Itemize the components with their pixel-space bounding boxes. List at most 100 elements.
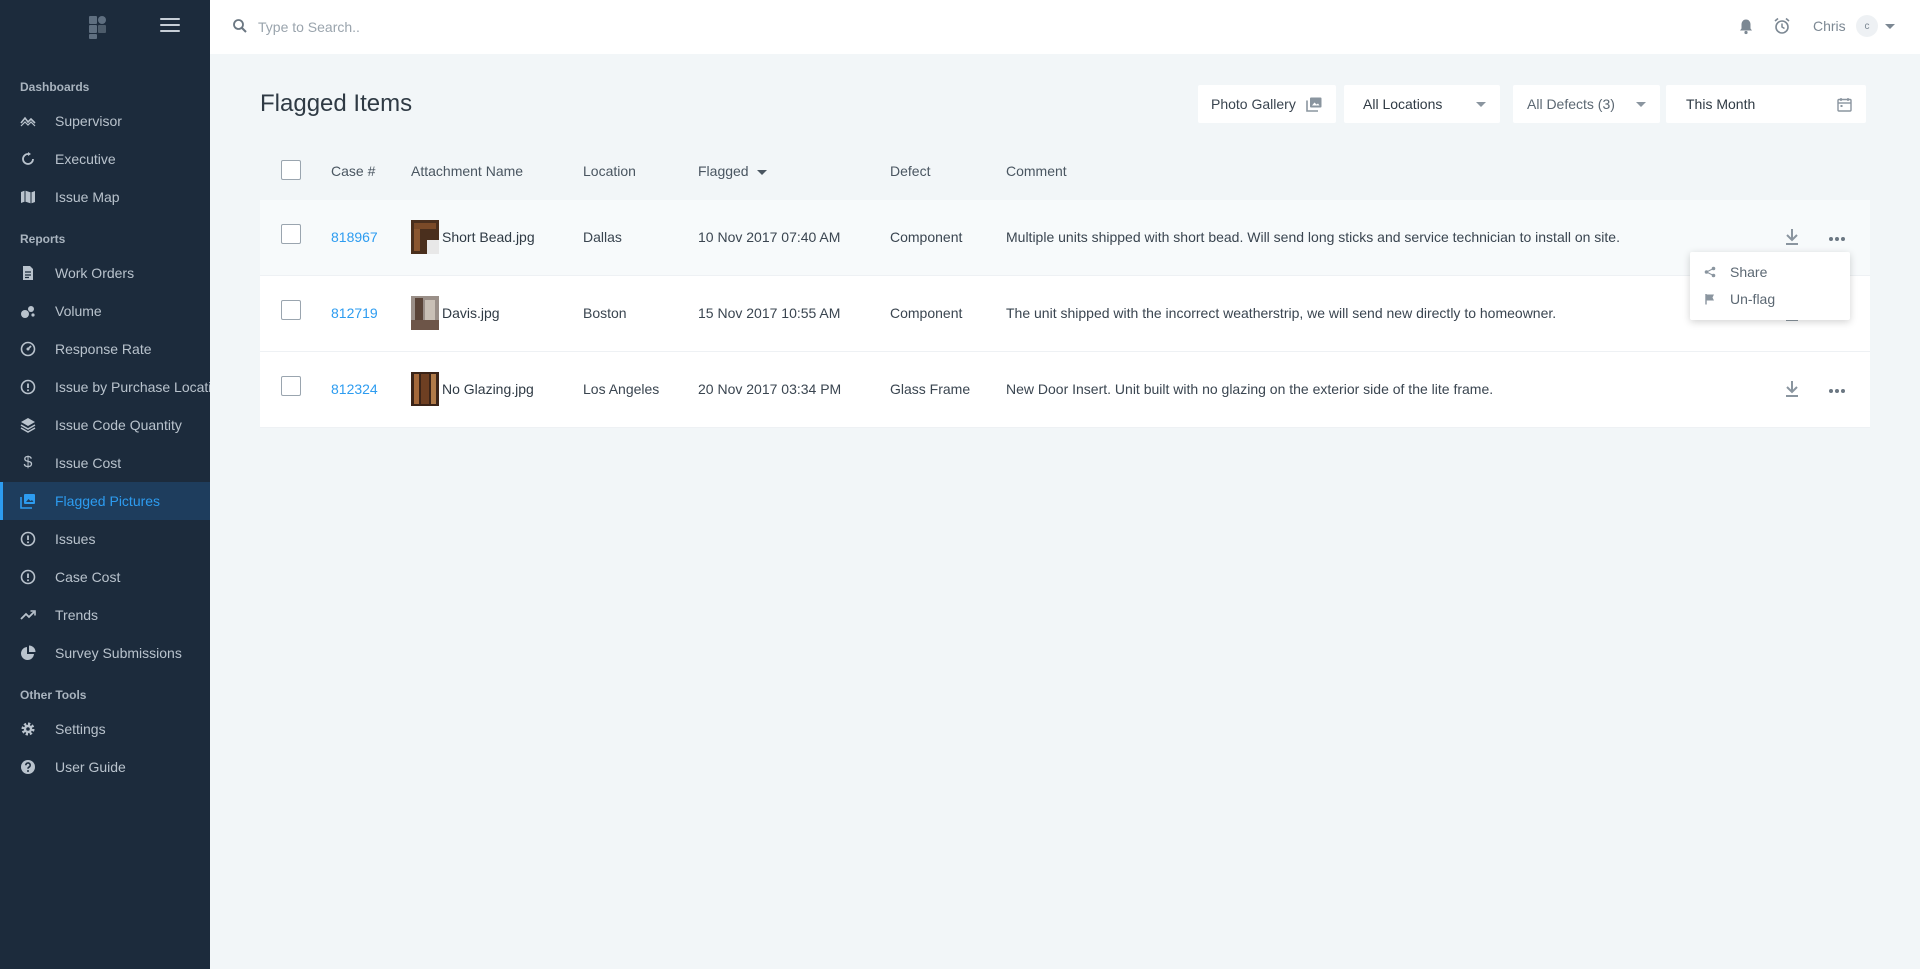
sidebar-item-label: Supervisor xyxy=(55,113,122,129)
layers-icon xyxy=(20,417,36,433)
sidebar-item-label: Trends xyxy=(55,607,99,623)
sidebar-item-label: Work Orders xyxy=(55,265,135,281)
sidebar-item-settings[interactable]: Settings xyxy=(0,710,210,748)
defects-select[interactable]: All Defects (3) xyxy=(1513,85,1660,123)
sidebar-item-executive[interactable]: Executive xyxy=(0,140,210,178)
date-range-value: This Month xyxy=(1686,96,1756,112)
case-link[interactable]: 812719 xyxy=(331,305,378,321)
column-header-location[interactable]: Location xyxy=(583,163,636,179)
comment-cell: The unit shipped with the incorrect weat… xyxy=(1006,305,1557,321)
share-menu-item[interactable]: Share xyxy=(1690,258,1850,285)
alarm-clock-icon[interactable] xyxy=(1773,17,1791,35)
column-header-attachment[interactable]: Attachment Name xyxy=(411,163,523,179)
sidebar-item-case-cost[interactable]: Case Cost xyxy=(0,558,210,596)
sort-desc-icon xyxy=(756,169,767,175)
share-icon xyxy=(1704,266,1716,277)
sidebar-item-issues[interactable]: Issues xyxy=(0,520,210,558)
menu-toggle-icon[interactable] xyxy=(160,18,180,34)
defect-cell: Component xyxy=(890,305,963,321)
top-bar: Chris c xyxy=(210,0,1920,54)
sidebar-item-response-rate[interactable]: Response Rate xyxy=(0,330,210,368)
chevron-down-icon xyxy=(1636,102,1646,107)
date-range-picker[interactable]: This Month xyxy=(1666,85,1866,123)
help-circle-icon xyxy=(20,759,36,775)
page-title: Flagged Items xyxy=(260,90,413,117)
table-row[interactable]: 812719 Davis.jpg Boston 15 Nov 2017 10:5… xyxy=(260,276,1870,352)
attachment-name[interactable]: Davis.jpg xyxy=(442,305,500,321)
attachment-name[interactable]: No Glazing.jpg xyxy=(442,381,534,397)
alert-circle-icon xyxy=(20,569,36,585)
user-menu-chevron-down-icon[interactable] xyxy=(1885,24,1895,29)
sidebar-item-label: Issue Map xyxy=(55,189,120,205)
sidebar-item-issue-code-quantity[interactable]: Issue Code Quantity xyxy=(0,406,210,444)
column-header-flagged-label: Flagged xyxy=(698,163,749,179)
unflag-menu-item[interactable]: Un-flag xyxy=(1690,285,1850,312)
sidebar-item-supervisor[interactable]: Supervisor xyxy=(0,102,210,140)
flagged-date-cell: 20 Nov 2017 03:34 PM xyxy=(698,381,842,397)
sidebar-item-label: Issues xyxy=(55,531,96,547)
sidebar-item-issue-cost[interactable]: $ Issue Cost xyxy=(0,444,210,482)
bubbles-icon xyxy=(20,303,36,319)
sidebar-item-label: Issue Code Quantity xyxy=(55,417,182,433)
row-checkbox[interactable] xyxy=(281,376,301,396)
more-horizontal-icon[interactable] xyxy=(1828,236,1846,242)
sidebar-item-label: Executive xyxy=(55,151,116,167)
avatar[interactable]: c xyxy=(1856,15,1878,37)
download-icon[interactable] xyxy=(1783,227,1801,247)
sidebar-item-user-guide[interactable]: User Guide xyxy=(0,748,210,786)
column-header-comment[interactable]: Comment xyxy=(1006,163,1067,179)
select-all-checkbox[interactable] xyxy=(281,160,301,180)
table-row[interactable]: 818967 Short Bead.jpg Dallas 10 Nov 2017… xyxy=(260,200,1870,276)
case-link[interactable]: 812324 xyxy=(331,381,378,397)
defect-cell: Glass Frame xyxy=(890,381,971,397)
sidebar-item-label: User Guide xyxy=(55,759,126,775)
column-header-case[interactable]: Case # xyxy=(331,163,375,179)
sidebar-item-trends[interactable]: Trends xyxy=(0,596,210,634)
sidebar-item-volume[interactable]: Volume xyxy=(0,292,210,330)
unflag-label: Un-flag xyxy=(1730,290,1776,307)
wave-chart-icon xyxy=(20,113,36,129)
photo-gallery-button[interactable]: Photo Gallery xyxy=(1198,85,1336,123)
row-checkbox[interactable] xyxy=(281,224,301,244)
location-cell: Boston xyxy=(583,305,627,321)
sidebar-item-issue-map[interactable]: Issue Map xyxy=(0,178,210,216)
sidebar-item-issue-by-purchase-location[interactable]: Issue by Purchase Location xyxy=(0,368,210,406)
sidebar-item-label: Case Cost xyxy=(55,569,121,585)
search-input[interactable] xyxy=(258,14,758,40)
sidebar-item-work-orders[interactable]: Work Orders xyxy=(0,254,210,292)
sidebar-item-label: Settings xyxy=(55,721,106,737)
defect-cell: Component xyxy=(890,229,963,245)
app-logo-icon[interactable] xyxy=(86,14,110,40)
alert-circle-icon xyxy=(20,379,36,395)
case-link[interactable]: 818967 xyxy=(331,229,378,245)
alert-circle-icon xyxy=(20,531,36,547)
attachment-thumbnail[interactable] xyxy=(411,220,439,254)
user-name[interactable]: Chris xyxy=(1813,18,1846,34)
photo-gallery-label: Photo Gallery xyxy=(1211,96,1296,112)
location-cell: Dallas xyxy=(583,229,622,245)
search-icon xyxy=(233,19,247,33)
location-select[interactable]: All Locations xyxy=(1344,85,1500,123)
more-horizontal-icon[interactable] xyxy=(1828,388,1846,394)
pie-chart-icon xyxy=(20,645,36,661)
comment-cell: New Door Insert. Unit built with no glaz… xyxy=(1006,381,1494,397)
attachment-thumbnail[interactable] xyxy=(411,296,439,330)
table-row[interactable]: 812324 No Glazing.jpg Los Angeles 20 Nov… xyxy=(260,352,1870,428)
table-header: Case # Attachment Name Location Flagged … xyxy=(260,152,1870,192)
gallery-icon xyxy=(1306,97,1322,112)
download-icon[interactable] xyxy=(1783,379,1801,399)
sidebar-section-reports: Reports xyxy=(20,232,66,246)
trending-up-icon xyxy=(20,607,36,623)
dollar-icon: $ xyxy=(23,454,33,471)
column-header-flagged[interactable]: Flagged xyxy=(698,163,767,179)
attachment-thumbnail[interactable] xyxy=(411,372,439,406)
defects-select-value: All Defects (3) xyxy=(1527,96,1615,112)
column-header-defect[interactable]: Defect xyxy=(890,163,930,179)
bell-icon[interactable] xyxy=(1738,18,1754,35)
chevron-down-icon xyxy=(1476,102,1486,107)
sidebar-item-survey-submissions[interactable]: Survey Submissions xyxy=(0,634,210,672)
row-checkbox[interactable] xyxy=(281,300,301,320)
sidebar-item-flagged-pictures[interactable]: Flagged Pictures xyxy=(0,482,210,520)
attachment-name[interactable]: Short Bead.jpg xyxy=(442,229,535,245)
flagged-date-cell: 15 Nov 2017 10:55 AM xyxy=(698,305,841,321)
